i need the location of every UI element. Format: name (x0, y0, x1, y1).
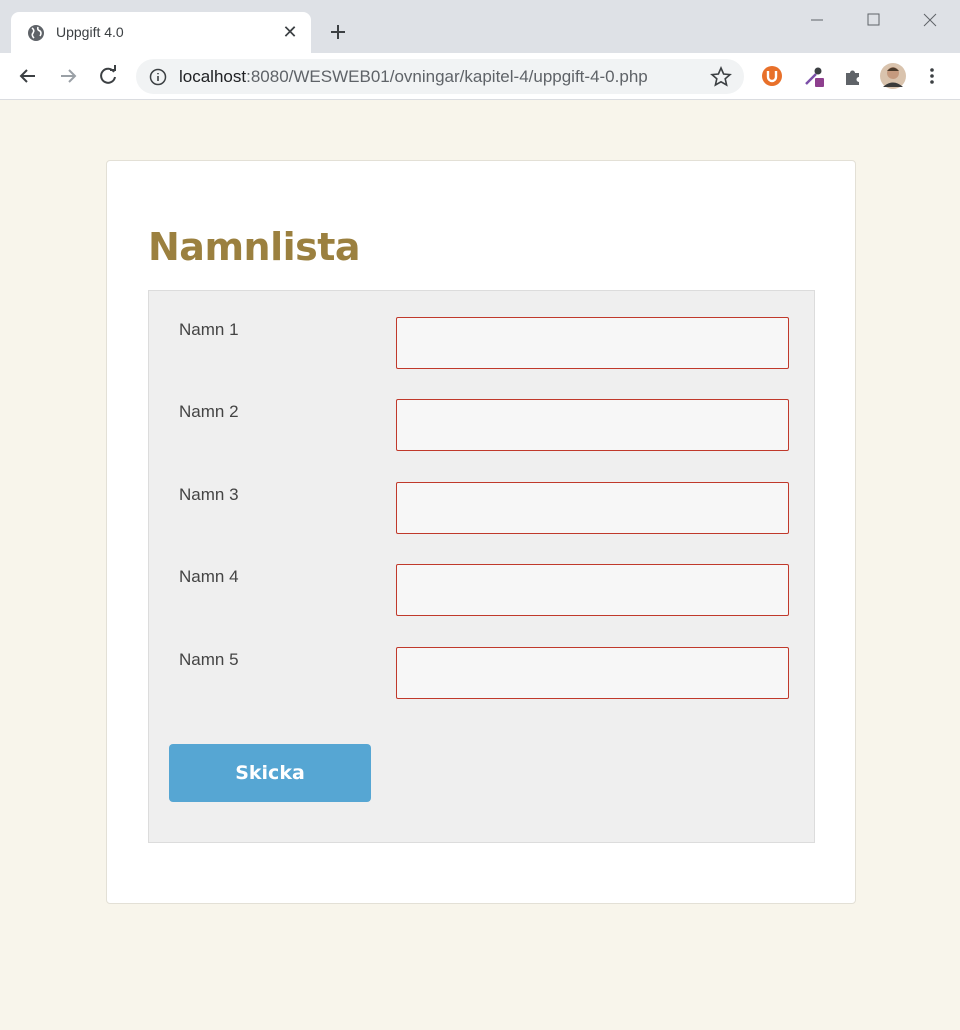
field-label-2: Namn 2 (179, 402, 239, 421)
tab-close-icon[interactable]: ✕ (279, 21, 301, 43)
page-title: Namnlista (148, 225, 361, 269)
new-tab-icon[interactable] (326, 20, 350, 44)
info-icon[interactable] (149, 68, 167, 86)
url-path: :8080/WESWEB01/ovningar/kapitel-4/uppgif… (246, 67, 648, 86)
extensions-puzzle-icon[interactable] (842, 65, 864, 87)
name-form: Namn 1 Namn 2 Namn 3 Namn 4 Namn 5 Skick… (148, 290, 815, 843)
ublock-extension-icon[interactable] (761, 65, 783, 87)
field-label-3: Namn 3 (179, 485, 239, 504)
reload-icon[interactable] (93, 61, 123, 91)
name-input-3[interactable] (396, 482, 789, 534)
maximize-icon[interactable] (853, 6, 893, 34)
field-label-5: Namn 5 (179, 650, 239, 669)
field-label-1: Namn 1 (179, 320, 239, 339)
back-icon[interactable] (13, 61, 43, 91)
profile-avatar[interactable] (879, 62, 907, 90)
url-host: localhost (179, 67, 247, 86)
tab-title: Uppgift 4.0 (56, 24, 124, 40)
url-text[interactable]: localhost:8080/WESWEB01/ovningar/kapitel… (179, 67, 648, 87)
name-input-5[interactable] (396, 647, 789, 699)
browser-toolbar: localhost:8080/WESWEB01/ovningar/kapitel… (0, 53, 960, 100)
window-close-icon[interactable] (910, 6, 950, 34)
minimize-icon[interactable] (797, 6, 837, 34)
globe-icon (28, 25, 44, 41)
browser-tab[interactable]: Uppgift 4.0 ✕ (11, 12, 311, 53)
menu-kebab-icon[interactable] (921, 65, 943, 87)
name-input-4[interactable] (396, 564, 789, 616)
eyedropper-extension-icon[interactable] (803, 65, 825, 87)
content-card: Namnlista Namn 1 Namn 2 Namn 3 Namn 4 Na… (106, 160, 856, 904)
field-label-4: Namn 4 (179, 567, 239, 586)
address-bar[interactable]: localhost:8080/WESWEB01/ovningar/kapitel… (136, 59, 744, 94)
browser-chrome: Uppgift 4.0 ✕ localhost:8080/WESWEB01/ov… (0, 0, 960, 100)
bookmark-star-icon[interactable] (710, 66, 732, 88)
submit-button[interactable]: Skicka (169, 744, 371, 802)
name-input-2[interactable] (396, 399, 789, 451)
name-input-1[interactable] (396, 317, 789, 369)
forward-icon[interactable] (53, 61, 83, 91)
tab-bar: Uppgift 4.0 ✕ (0, 0, 960, 53)
